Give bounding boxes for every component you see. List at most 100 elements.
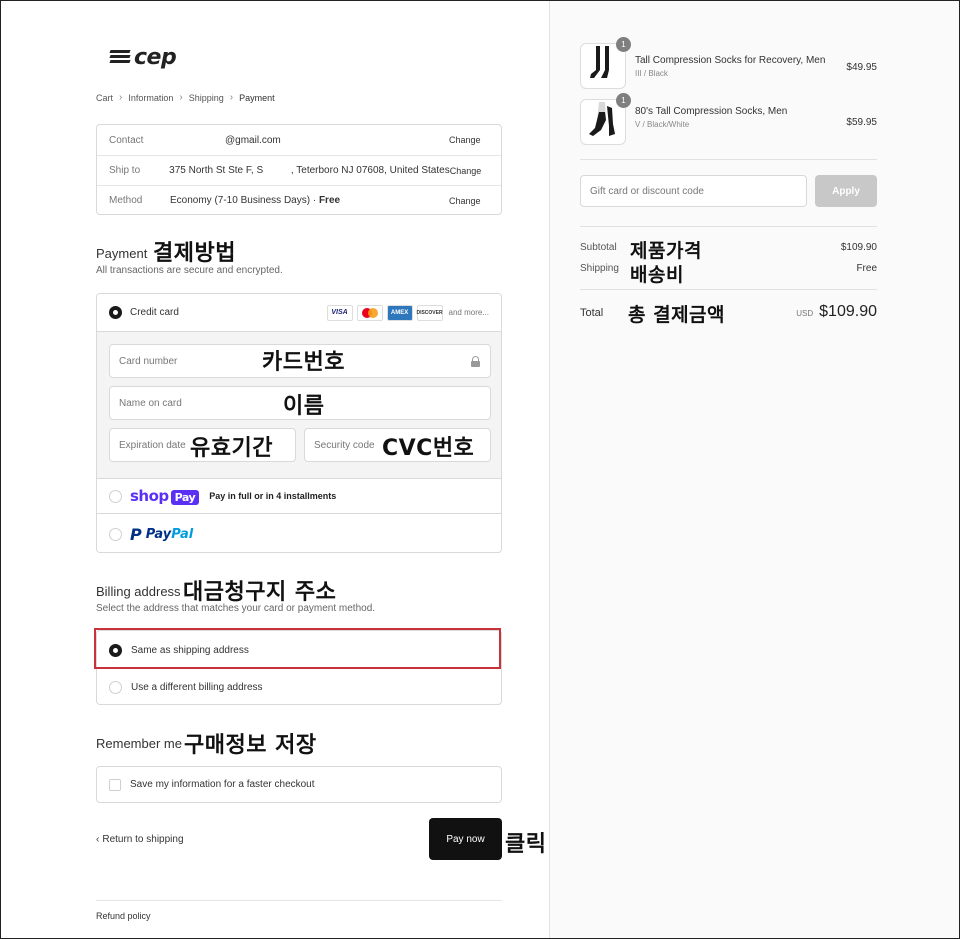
breadcrumb-information[interactable]: Information [128,93,173,103]
discount-code-input[interactable]: Gift card or discount code [580,175,807,207]
security-annotation: CVC번호 [382,436,475,461]
chevron-right-icon: › [229,92,234,103]
shipping-value: Free [856,263,877,274]
method-value: Economy (7-10 Business Days) · Free [170,195,449,206]
total-annotation: 총 결제금액 [628,304,726,326]
change-address-link[interactable]: Change [450,166,501,176]
refund-policy-link[interactable]: Refund policy [96,911,151,921]
billing-annotation: 대금청구지 주소 [183,580,337,605]
divider [580,159,877,160]
ship-to-row: Ship to 375 North St Ste F, S , Teterbor… [97,155,501,185]
paypal-option[interactable]: P PayPal [97,513,501,552]
item-name: 80's Tall Compression Socks, Men [635,106,788,117]
paypal-radio[interactable] [109,527,122,541]
discount-placeholder: Gift card or discount code [590,185,704,197]
expiry-annotation: 유효기간 [190,436,273,461]
chevron-right-icon: › [179,92,183,103]
payment-subtitle: All transactions are secure and encrypte… [96,265,283,276]
payment-title: Payment [96,246,148,261]
different-address-radio[interactable] [109,680,122,694]
save-info-label: Save my information for a faster checkou… [130,779,315,790]
breadcrumb-shipping[interactable]: Shipping [189,93,224,103]
shipping-label: Shipping [580,263,619,274]
apply-discount-button[interactable]: Apply [815,175,877,207]
click-annotation: 클릭 [505,832,547,857]
name-annotation: 이름 [283,394,325,419]
billing-title: Billing address [96,584,181,599]
credit-card-radio[interactable] [109,306,122,319]
different-address-option[interactable]: Use a different billing address [97,668,501,705]
subtotal-annotation: 제품가격 [630,240,702,262]
payment-annotation: 결제방법 [153,241,236,266]
breadcrumb: Cart › Information › Shipping › Payment [96,92,275,103]
shop-pay-text: Pay in full or in 4 installments [209,491,337,501]
item-price: $49.95 [846,62,877,73]
quantity-badge: 1 [616,37,631,52]
footer-divider [96,900,502,901]
lock-icon [471,356,480,367]
remember-annotation: 구매정보 저장 [184,733,317,758]
shipping-annotation: 배송비 [630,264,684,286]
order-item: 1 80's Tall Compression Socks, Men V / B… [580,93,877,145]
pay-now-button[interactable]: Pay now [429,818,502,860]
paypal-logo: PayPal [145,526,194,542]
item-variant: III / Black [635,69,668,78]
contact-label: Contact [109,134,144,146]
contact-value: @gmail.com [225,134,281,146]
change-method-link[interactable]: Change [449,196,501,206]
total-amount: USD $109.90 [796,303,877,321]
method-row: Method Economy (7-10 Business Days) · Fr… [97,185,501,215]
credit-card-label: Credit card [130,307,179,318]
ship-to-value: 375 North St Ste F, S , Teterboro NJ 076… [169,165,450,176]
card-number-placeholder: Card number [119,355,178,367]
subtotal-value: $109.90 [840,242,877,253]
brand-logo[interactable]: cep [109,44,177,70]
shop-pay-logo: shop Pay [130,487,200,505]
item-name: Tall Compression Socks for Recovery, Men [635,55,826,66]
breadcrumb-cart[interactable]: Cart [96,93,113,103]
security-code-placeholder: Security code [314,439,375,451]
mastercard-icon [356,304,383,321]
shop-pay-option[interactable]: shop Pay Pay in full or in 4 installments [97,478,501,513]
logo-bars-icon [109,50,132,64]
chevron-right-icon: › [119,92,123,103]
amex-icon: AMEX [386,304,413,321]
total-label: Total [580,307,604,319]
discover-icon: DISCOVER [416,304,443,321]
more-brands-text: and more... [448,308,489,317]
return-label: Return to shipping [102,834,184,845]
quantity-badge: 1 [616,93,631,108]
card-brands: VISA AMEX DISCOVER and more... [326,304,489,321]
order-item: 1 Tall Compression Socks for Recovery, M… [580,37,877,89]
remember-title: Remember me [96,736,182,751]
paypal-icon: P [130,524,142,544]
item-variant: V / Black/White [635,120,690,129]
ship-to-label: Ship to [109,165,141,176]
divider [580,226,877,227]
return-to-shipping-link[interactable]: ‹ Return to shipping [96,834,184,845]
subtotal-label: Subtotal [580,242,617,253]
method-price: Free [318,195,341,206]
logo-text: cep [134,44,177,70]
total-value: $109.90 [819,303,877,320]
save-info-checkbox[interactable] [109,778,121,791]
card-number-annotation: 카드번호 [262,350,345,375]
shop-logo-text: shop [130,487,169,505]
shop-pay-radio[interactable] [109,489,122,503]
chevron-left-icon: ‹ [96,834,100,845]
breadcrumb-payment: Payment [239,92,275,103]
change-contact-link[interactable]: Change [449,135,501,145]
billing-subtitle: Select the address that matches your car… [96,603,376,614]
contact-row: Contact @gmail.com Change [97,125,501,155]
checkout-summary: Contact @gmail.com Change Ship to 375 No… [96,124,502,215]
credit-card-option[interactable]: Credit card VISA AMEX DISCOVER and more.… [97,294,501,332]
method-label: Method [109,195,143,206]
expiration-placeholder: Expiration date [119,439,186,451]
highlight-box [94,628,501,669]
payment-methods: Credit card VISA AMEX DISCOVER and more.… [96,293,502,553]
divider [580,289,877,290]
currency-code: USD [796,309,814,318]
save-info-option[interactable]: Save my information for a faster checkou… [96,766,502,803]
method-text: Economy (7-10 Business Days) · [170,195,319,206]
item-price: $59.95 [846,117,877,128]
